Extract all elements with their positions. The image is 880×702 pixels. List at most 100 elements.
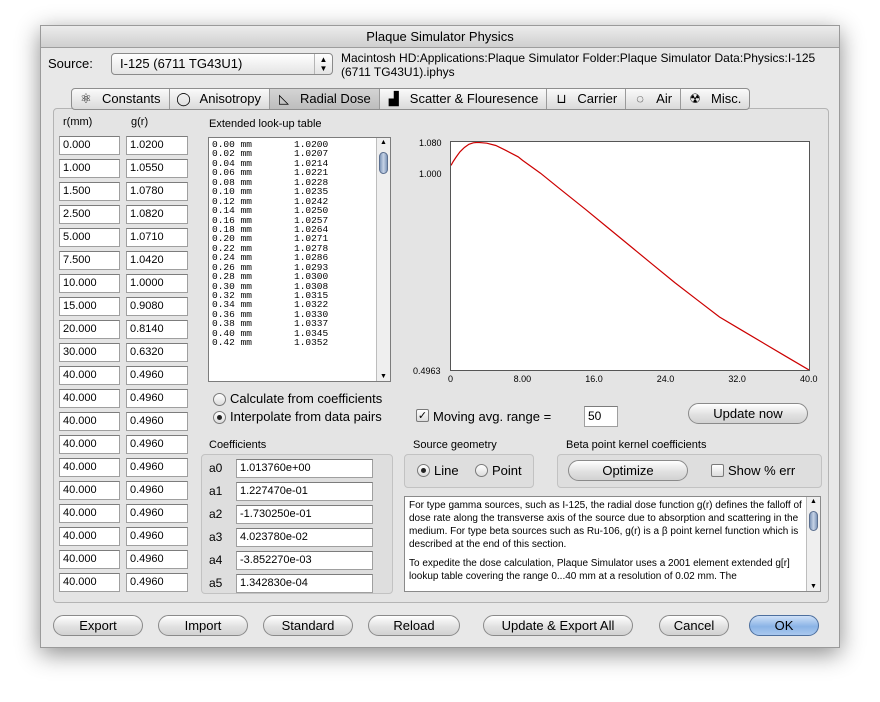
g-value-field[interactable]: 0.4960 <box>126 527 188 546</box>
cancel-button[interactable]: Cancel <box>659 615 729 636</box>
calc-from-coefficients-label[interactable]: Calculate from coefficients <box>230 391 382 406</box>
tab-anisotropy[interactable]: ◯ Anisotropy <box>170 89 270 109</box>
g-value-field[interactable]: 0.4960 <box>126 550 188 569</box>
calc-from-coefficients-radio[interactable] <box>213 393 226 406</box>
g-value-field[interactable]: 0.4960 <box>126 504 188 523</box>
r-value-field[interactable]: 40.000 <box>59 435 120 454</box>
lookup-scroll-thumb[interactable] <box>379 152 388 174</box>
g-value-field[interactable]: 1.0200 <box>126 136 188 155</box>
source-popup-value: I-125 (6711 TG43U1) <box>120 56 243 71</box>
g-value-field[interactable]: 0.9080 <box>126 297 188 316</box>
r-value-field[interactable]: 40.000 <box>59 573 120 592</box>
source-path-line1: Macintosh HD:Applications:Plaque Simulat… <box>341 51 816 65</box>
r-value-field[interactable]: 30.000 <box>59 343 120 362</box>
reload-button[interactable]: Reload <box>368 615 460 636</box>
r-value-field[interactable]: 40.000 <box>59 366 120 385</box>
r-value-field[interactable]: 40.000 <box>59 458 120 477</box>
scroll-up-icon[interactable]: ▲ <box>377 139 390 146</box>
info-scroll-thumb[interactable] <box>809 511 818 531</box>
info-text-box[interactable]: For type gamma sources, such as I-125, t… <box>404 496 821 592</box>
tab-scatter-flouresence[interactable]: ▟ Scatter & Flouresence <box>380 89 548 109</box>
interpolate-from-pairs-label[interactable]: Interpolate from data pairs <box>230 409 382 424</box>
g-value-field[interactable]: 1.0550 <box>126 159 188 178</box>
coefficient-field-a2[interactable]: -1.730250e-01 <box>236 505 373 524</box>
point-geometry-label[interactable]: Point <box>492 463 522 478</box>
tab-constants[interactable]: ⚛ Constants <box>72 89 170 109</box>
coefficient-field-a3[interactable]: 4.023780e-02 <box>236 528 373 547</box>
r-value-field[interactable]: 0.000 <box>59 136 120 155</box>
r-value-field[interactable]: 1.500 <box>59 182 120 201</box>
g-value-field[interactable]: 0.4960 <box>126 435 188 454</box>
source-path-line2: (6711 TG43U1).iphys <box>341 65 455 79</box>
g-value-field[interactable]: 1.0000 <box>126 274 188 293</box>
lookup-list[interactable]: 0.00 mm 1.0200 0.02 mm 1.0207 0.04 mm 1.0214 0… <box>208 137 391 382</box>
r-value-field[interactable]: 40.000 <box>59 412 120 431</box>
r-value-field[interactable]: 7.500 <box>59 251 120 270</box>
r-value-field[interactable]: 10.000 <box>59 274 120 293</box>
r-value-field[interactable]: 40.000 <box>59 550 120 569</box>
source-file-path: Macintosh HD:Applications:Plaque Simulat… <box>341 51 831 79</box>
interpolate-from-pairs-radio[interactable] <box>213 411 226 424</box>
tab-radial-dose[interactable]: ◺ Radial Dose <box>269 89 380 109</box>
source-popup[interactable]: I-125 (6711 TG43U1) ▲ ▼ <box>111 53 333 75</box>
line-geometry-radio[interactable] <box>417 464 430 477</box>
g-value-field[interactable]: 0.4960 <box>126 412 188 431</box>
tab-label: Carrier <box>577 91 618 106</box>
r-value-field[interactable]: 40.000 <box>59 389 120 408</box>
g-value-field[interactable]: 0.4960 <box>126 481 188 500</box>
coefficient-label: a3 <box>209 530 223 544</box>
r-value-field[interactable]: 40.000 <box>59 504 120 523</box>
tab-label: Constants <box>102 91 161 106</box>
update-now-button[interactable]: Update now <box>688 403 808 424</box>
info-scroll-down-icon[interactable]: ▼ <box>807 583 820 590</box>
g-value-field[interactable]: 0.6320 <box>126 343 188 362</box>
r-value-field[interactable]: 20.000 <box>59 320 120 339</box>
show-err-checkbox[interactable] <box>711 464 724 477</box>
g-value-field[interactable]: 1.0780 <box>126 182 188 201</box>
g-value-field[interactable]: 1.0710 <box>126 228 188 247</box>
tab-carrier[interactable]: ⊔ Carrier <box>547 89 627 109</box>
coefficient-field-a1[interactable]: 1.227470e-01 <box>236 482 373 501</box>
tab-air[interactable]: ◌ Air <box>626 89 682 109</box>
point-geometry-radio[interactable] <box>475 464 488 477</box>
r-value-field[interactable]: 5.000 <box>59 228 120 247</box>
moving-avg-field[interactable]: 50 <box>584 406 618 427</box>
import-button[interactable]: Import <box>158 615 248 636</box>
info-scrollbar[interactable]: ▲ ▼ <box>806 497 820 591</box>
g-value-field[interactable]: 0.4960 <box>126 389 188 408</box>
g-value-field[interactable]: 0.8140 <box>126 320 188 339</box>
coefficient-field-a5[interactable]: 1.342830e-04 <box>236 574 373 593</box>
tab-misc[interactable]: ☢ Misc. <box>681 89 749 109</box>
coefficient-field-a0[interactable]: 1.013760e+00 <box>236 459 373 478</box>
ok-button[interactable]: OK <box>749 615 819 636</box>
col-g-header: g(r) <box>131 116 149 128</box>
lookup-scrollbar[interactable]: ▲ ▼ <box>376 138 390 381</box>
r-value-field[interactable]: 40.000 <box>59 481 120 500</box>
scroll-down-icon[interactable]: ▼ <box>377 373 390 380</box>
line-geometry-label[interactable]: Line <box>434 463 459 478</box>
info-text: For type gamma sources, such as I-125, t… <box>409 499 805 589</box>
g-value-field[interactable]: 0.4960 <box>126 458 188 477</box>
standard-button[interactable]: Standard <box>263 615 353 636</box>
r-value-field[interactable]: 2.500 <box>59 205 120 224</box>
moving-avg-checkbox[interactable]: ✓ <box>416 409 429 422</box>
r-value-field[interactable]: 15.000 <box>59 297 120 316</box>
coefficient-label: a2 <box>209 507 223 521</box>
g-value-field[interactable]: 0.4960 <box>126 573 188 592</box>
coefficient-field-a4[interactable]: -3.852270e-03 <box>236 551 373 570</box>
r-value-field[interactable]: 1.000 <box>59 159 120 178</box>
optimize-button[interactable]: Optimize <box>568 460 688 481</box>
tab-bar: ⚛ Constants ◯ Anisotropy ◺ Radial Dose ▟ Scatte… <box>71 88 751 110</box>
lookup-radius: 0.42 mm <box>212 337 252 349</box>
update-export-all-button[interactable]: Update & Export All <box>483 615 633 636</box>
export-button[interactable]: Export <box>53 615 143 636</box>
r-value-field[interactable]: 40.000 <box>59 527 120 546</box>
g-value-field[interactable]: 1.0420 <box>126 251 188 270</box>
info-scroll-up-icon[interactable]: ▲ <box>807 498 820 505</box>
g-value-field[interactable]: 1.0820 <box>126 205 188 224</box>
coefficients-title: Coefficients <box>209 439 267 451</box>
show-err-label[interactable]: Show % err <box>728 463 795 478</box>
lookup-row[interactable]: 0.42 mm 1.0352 <box>212 337 372 349</box>
g-value-field[interactable]: 0.4960 <box>126 366 188 385</box>
source-label: Source: <box>48 56 93 71</box>
